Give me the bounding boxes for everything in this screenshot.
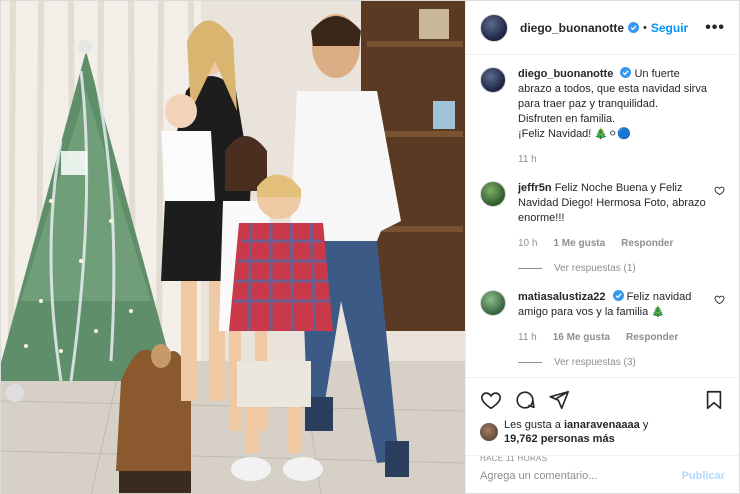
- comment-composer: Publicar: [466, 455, 739, 494]
- replies-line: [518, 268, 542, 269]
- caption-username[interactable]: diego_buonanotte: [518, 68, 613, 80]
- caption-text-3: ¡Feliz Navidad! 🎄⚪🔵: [518, 128, 632, 140]
- like-heart-icon[interactable]: [480, 389, 502, 411]
- post-header: diego_buonanotte • Seguir •••: [466, 1, 739, 55]
- comment-bubble-icon[interactable]: [514, 389, 536, 411]
- save-bookmark-icon[interactable]: [703, 389, 725, 411]
- comment-time[interactable]: 10 h: [518, 236, 537, 251]
- post-photo[interactable]: [1, 1, 465, 494]
- caption-time[interactable]: 11 h: [518, 152, 537, 167]
- comment-input[interactable]: [480, 469, 682, 482]
- likes-prefix: Les gusta a: [504, 419, 561, 431]
- caption: diego_buonanotte Un fuerte abrazo a todo…: [480, 67, 725, 167]
- view-replies-label: Ver respuestas (1): [554, 263, 636, 274]
- comment-likes[interactable]: 1 Me gusta: [553, 236, 605, 251]
- post-side-panel: diego_buonanotte • Seguir ••• diego_buon…: [465, 1, 739, 494]
- like-comment-heart-icon[interactable]: [714, 185, 725, 196]
- verified-badge-icon: [612, 290, 624, 301]
- caption-avatar[interactable]: [480, 67, 506, 93]
- verified-badge-icon: [628, 22, 639, 33]
- author-username[interactable]: diego_buonanotte: [520, 21, 624, 35]
- family-christmas-photo: [1, 1, 465, 494]
- liker-avatar[interactable]: [480, 423, 498, 441]
- verified-badge-icon: [620, 67, 632, 78]
- share-paper-plane-icon[interactable]: [548, 389, 570, 411]
- comments-list[interactable]: diego_buonanotte Un fuerte abrazo a todo…: [466, 55, 739, 377]
- separator-dot: •: [643, 21, 647, 34]
- publish-button[interactable]: Publicar: [682, 470, 725, 482]
- reply-button[interactable]: Responder: [626, 330, 678, 345]
- commenter-avatar[interactable]: [480, 181, 506, 207]
- comment-username[interactable]: jeffr5n: [518, 182, 552, 194]
- more-options-icon[interactable]: •••: [705, 19, 725, 37]
- comment-body: matiasalustiza22 Feliz navidad amigo par…: [518, 290, 725, 370]
- caption-meta: 11 h: [518, 152, 709, 167]
- comment-body: jeffr5n Feliz Noche Buena y Feliz Navida…: [518, 181, 725, 276]
- comment-meta: 11 h 16 Me gusta Responder: [518, 330, 709, 345]
- like-comment-heart-icon[interactable]: [714, 294, 725, 305]
- replies-line: [518, 362, 542, 363]
- caption-text-2: Disfruten en familia.: [518, 113, 616, 125]
- comment-username[interactable]: matiasalustiza22: [518, 291, 605, 303]
- instagram-post: diego_buonanotte • Seguir ••• diego_buon…: [0, 0, 740, 494]
- likes-summary: Les gusta a ianaravenaaaa y 19,762 perso…: [480, 418, 725, 446]
- action-icons: [480, 386, 725, 414]
- comment-item: jeffr5n Feliz Noche Buena y Feliz Navida…: [480, 181, 725, 276]
- comment-time[interactable]: 11 h: [518, 330, 537, 345]
- view-replies[interactable]: Ver respuestas (1): [518, 261, 709, 276]
- follow-button[interactable]: Seguir: [651, 21, 688, 35]
- view-replies[interactable]: Ver respuestas (3): [518, 355, 709, 370]
- reply-button[interactable]: Responder: [621, 236, 673, 251]
- commenter-avatar[interactable]: [480, 290, 506, 316]
- view-replies-label: Ver respuestas (3): [554, 357, 636, 368]
- author-avatar[interactable]: [480, 13, 508, 42]
- likes-connector: y: [642, 419, 649, 431]
- likes-count[interactable]: 19,762 personas más: [504, 433, 615, 445]
- liker-username[interactable]: ianaravenaaaa: [564, 419, 640, 431]
- comment-item: matiasalustiza22 Feliz navidad amigo par…: [480, 290, 725, 370]
- likes-text: Les gusta a ianaravenaaaa y 19,762 perso…: [504, 418, 648, 446]
- caption-body: diego_buonanotte Un fuerte abrazo a todo…: [518, 67, 725, 167]
- comment-meta: 10 h 1 Me gusta Responder: [518, 236, 709, 251]
- comment-likes[interactable]: 16 Me gusta: [553, 330, 610, 345]
